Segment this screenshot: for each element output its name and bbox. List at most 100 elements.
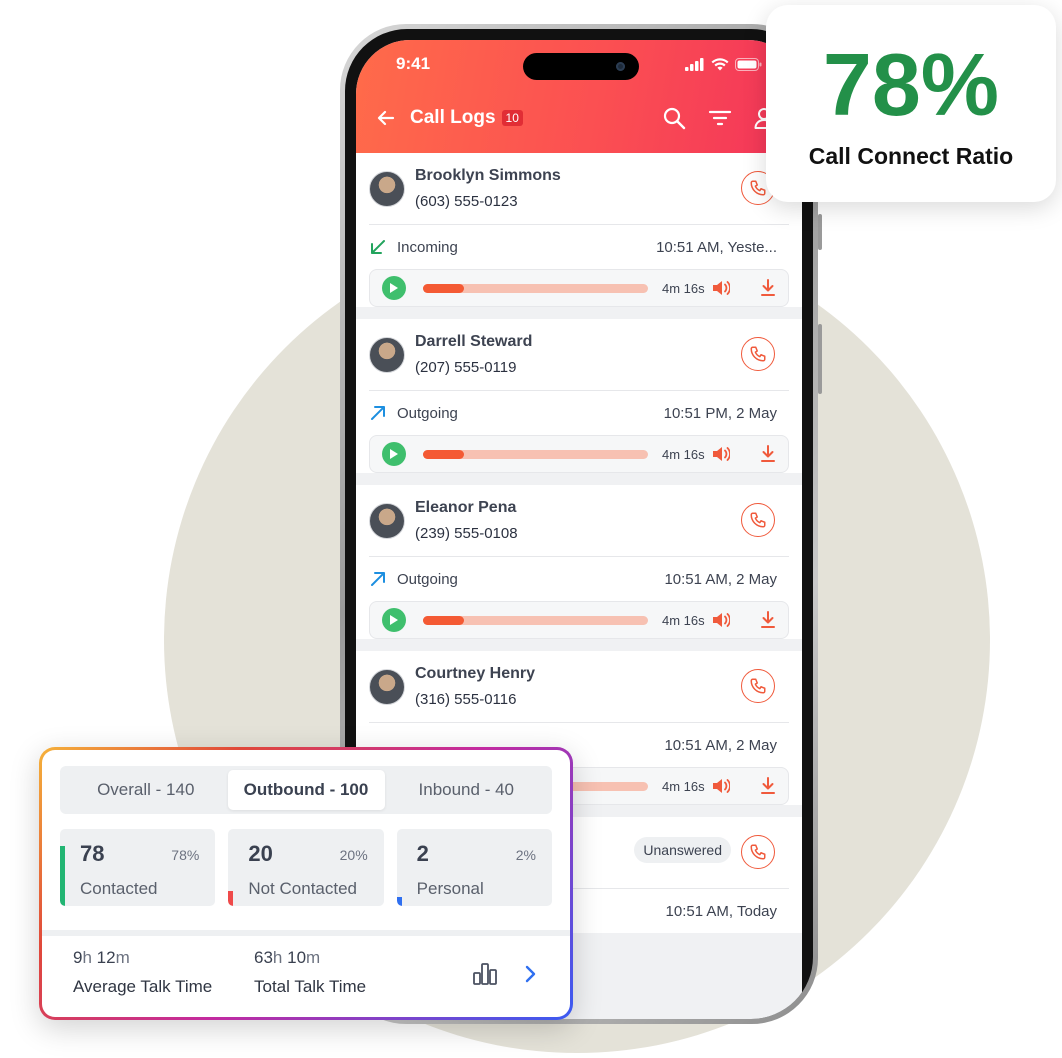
tile-label: Personal bbox=[416, 879, 484, 898]
hours-value: 63 bbox=[254, 948, 273, 967]
avatar bbox=[369, 668, 405, 705]
stats-panel: Overall - 140 Outbound - 100 Inbound - 4… bbox=[39, 747, 573, 1020]
status-icons bbox=[685, 57, 762, 71]
phone-side-button bbox=[818, 324, 822, 394]
average-talk-time: 9h 12m Average Talk Time bbox=[73, 948, 212, 997]
download-icon[interactable] bbox=[760, 777, 776, 795]
contact-name: Eleanor Pena bbox=[415, 499, 517, 516]
filter-icon[interactable] bbox=[708, 106, 732, 130]
volume-icon[interactable] bbox=[712, 446, 730, 462]
dynamic-island bbox=[523, 53, 639, 80]
avatar bbox=[369, 170, 405, 207]
progress-track[interactable] bbox=[423, 283, 648, 293]
play-button[interactable] bbox=[382, 276, 406, 300]
contact-phone: (316) 555-0116 bbox=[415, 691, 517, 708]
contact-info: Eleanor Pena (239) 555-0108 bbox=[415, 499, 518, 542]
stats-tabs: Overall - 140 Outbound - 100 Inbound - 4… bbox=[60, 766, 552, 814]
player-actions bbox=[712, 279, 776, 297]
avatar bbox=[369, 502, 405, 539]
audio-player: 4m 16s bbox=[369, 601, 789, 639]
call-button[interactable] bbox=[741, 337, 775, 371]
tile-personal[interactable]: 2 2% Personal bbox=[396, 829, 552, 906]
duration: 4m 16s bbox=[662, 612, 705, 628]
volume-icon[interactable] bbox=[712, 612, 730, 628]
call-log-card[interactable]: Darrell Steward (207) 555-0119 Outgoing … bbox=[356, 319, 802, 473]
player-actions bbox=[712, 611, 776, 629]
tile-percent: 2% bbox=[515, 847, 536, 863]
contact-name: Courtney Henry bbox=[415, 665, 536, 682]
app-header: 9:41 Call Logs 10 bbox=[356, 40, 802, 153]
count-badge: 10 bbox=[501, 110, 523, 126]
tile-contacted[interactable]: 78 78% Contacted bbox=[60, 829, 216, 906]
phone-icon bbox=[750, 180, 766, 196]
play-icon bbox=[390, 283, 398, 293]
talk-value: 9h 12m bbox=[73, 948, 212, 968]
call-direction: Incoming bbox=[397, 238, 458, 256]
duration: 4m 16s bbox=[662, 446, 705, 462]
stats-content: Overall - 140 Outbound - 100 Inbound - 4… bbox=[42, 750, 570, 1017]
bar-chart-icon[interactable] bbox=[472, 962, 498, 986]
player-actions bbox=[712, 777, 776, 795]
phone-side-button bbox=[818, 214, 822, 250]
hours-unit: h bbox=[82, 948, 92, 967]
download-icon[interactable] bbox=[760, 279, 776, 297]
level-bar bbox=[396, 896, 402, 906]
phone-icon bbox=[750, 346, 766, 362]
minutes-unit: m bbox=[306, 948, 321, 967]
talk-label: Total Talk Time bbox=[254, 977, 367, 996]
player-actions bbox=[712, 445, 776, 463]
call-meta: Outgoing 10:51 PM, 2 May bbox=[369, 391, 789, 435]
call-log-card[interactable]: Brooklyn Simmons (603) 555-0123 Incoming… bbox=[356, 153, 802, 307]
play-button[interactable] bbox=[382, 608, 406, 632]
contact-info: Brooklyn Simmons (603) 555-0123 bbox=[415, 167, 561, 210]
contact-phone: (239) 555-0108 bbox=[415, 525, 518, 542]
phone-icon bbox=[750, 512, 766, 528]
unanswered-badge: Unanswered bbox=[634, 837, 731, 863]
outgoing-arrow-icon bbox=[371, 406, 385, 420]
call-time: 10:51 AM, Today bbox=[665, 902, 777, 920]
tab-overall[interactable]: Overall - 140 bbox=[64, 770, 228, 810]
chevron-right-icon[interactable] bbox=[524, 965, 536, 983]
contact-name: Darrell Steward bbox=[415, 333, 533, 350]
stats-actions bbox=[472, 962, 536, 986]
search-icon[interactable] bbox=[662, 106, 686, 130]
wifi-icon bbox=[711, 57, 729, 70]
header-actions bbox=[662, 106, 782, 130]
volume-icon[interactable] bbox=[712, 280, 730, 296]
progress-fill bbox=[423, 615, 464, 625]
tile-label: Not Contacted bbox=[248, 879, 358, 898]
call-button[interactable] bbox=[741, 669, 775, 703]
call-meta: Outgoing 10:51 AM, 2 May bbox=[369, 557, 789, 601]
contact-info: Darrell Steward (207) 555-0119 bbox=[415, 333, 532, 376]
talk-label: Average Talk Time bbox=[73, 977, 213, 996]
volume-icon[interactable] bbox=[712, 778, 730, 794]
stats-tiles: 78 78% Contacted 20 20% Not Contacted 2 … bbox=[60, 829, 552, 906]
total-talk-time: 63h 10m Total Talk Time bbox=[254, 948, 366, 997]
contact-phone: (603) 555-0123 bbox=[415, 193, 518, 210]
progress-track[interactable] bbox=[423, 615, 648, 625]
download-icon[interactable] bbox=[760, 445, 776, 463]
progress-track[interactable] bbox=[423, 449, 648, 459]
audio-player: 4m 16s bbox=[369, 269, 789, 307]
tab-outbound[interactable]: Outbound - 100 bbox=[227, 770, 385, 810]
contact-row: Courtney Henry (316) 555-0116 bbox=[369, 651, 789, 723]
level-bar bbox=[60, 845, 65, 906]
divider bbox=[42, 930, 570, 936]
call-button[interactable] bbox=[741, 835, 775, 869]
avatar bbox=[369, 336, 405, 373]
call-log-card[interactable]: Eleanor Pena (239) 555-0108 Outgoing 10:… bbox=[356, 485, 802, 639]
ratio-value: 78% bbox=[822, 35, 1000, 134]
tab-inbound[interactable]: Inbound - 40 bbox=[385, 770, 549, 810]
download-icon[interactable] bbox=[760, 611, 776, 629]
play-icon bbox=[390, 615, 398, 625]
audio-player: 4m 16s bbox=[369, 435, 789, 473]
talk-value: 63h 10m bbox=[254, 948, 366, 968]
back-arrow-icon[interactable] bbox=[376, 108, 396, 128]
contact-row: Darrell Steward (207) 555-0119 bbox=[369, 319, 789, 391]
call-button[interactable] bbox=[741, 503, 775, 537]
page-title: Call Logs bbox=[410, 107, 496, 128]
contact-name: Brooklyn Simmons bbox=[415, 167, 561, 184]
tile-not-contacted[interactable]: 20 20% Not Contacted bbox=[228, 829, 384, 906]
play-button[interactable] bbox=[382, 442, 406, 466]
call-time: 10:51 AM, 2 May bbox=[664, 736, 777, 754]
